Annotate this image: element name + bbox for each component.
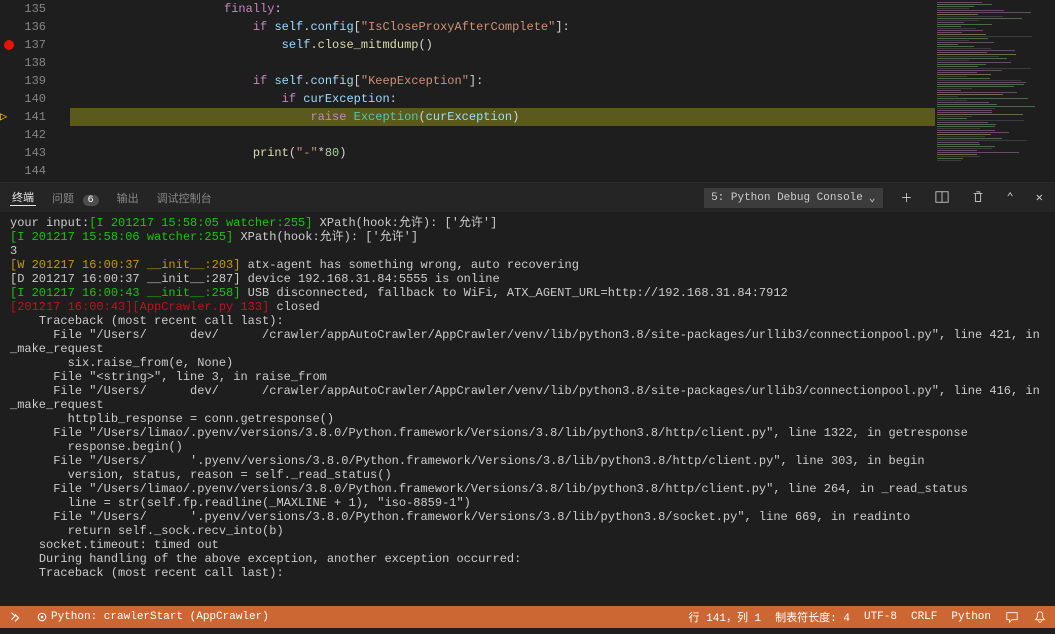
terminal-line: [W 201217 16:00:37 __init__:203] atx-age… [10,258,1045,272]
tab-debug-console[interactable]: 调试控制台 [155,190,214,206]
terminal-line: 3 [10,244,1045,258]
terminal-line: six.raise_from(e, None) [10,356,1045,370]
minimap[interactable] [935,0,1055,182]
gutter-line[interactable]: 137 [0,36,70,54]
terminal-line: response.begin() [10,440,1045,454]
split-terminal-icon[interactable] [931,190,953,204]
breakpoint-icon[interactable] [4,40,14,50]
code-line[interactable]: finally: [70,0,935,18]
line-col[interactable]: 行 141，列 1 [689,609,762,625]
terminal-line: File "/Users/ '.pyenv/versions/3.8.0/Pyt… [10,454,1045,468]
code-line[interactable] [70,162,935,180]
terminal-line: httplib_response = conn.getresponse() [10,412,1045,426]
terminal-line: During handling of the above exception, … [10,552,1045,566]
tab-output[interactable]: 输出 [115,190,141,206]
line-number: 137 [16,36,56,54]
gutter-line[interactable]: 135 [0,0,70,18]
new-terminal-icon[interactable]: ＋ [897,189,917,206]
terminal-line: File "/Users/limao/.pyenv/versions/3.8.0… [10,482,1045,496]
tab-problems[interactable]: 问题 6 [50,190,101,206]
launch-config[interactable]: Python: crawlerStart (AppCrawler) [36,611,269,623]
terminal-line: Traceback (most recent call last): [10,566,1045,580]
feedback-icon[interactable] [1005,610,1019,624]
gutter-line[interactable]: 138 [0,54,70,72]
terminal-line: socket.timeout: timed out [10,538,1045,552]
panel-tabs: 终端 问题 6 输出 调试控制台 5: Python Debug Console… [0,182,1055,212]
code-line[interactable]: raise Exception(curException) [70,108,935,126]
code-line[interactable] [70,126,935,144]
terminal-line: your input:[I 201217 15:58:05 watcher:25… [10,216,1045,230]
code-line[interactable]: self.close_mitmdump() [70,36,935,54]
gutter-line[interactable]: 142 [0,126,70,144]
terminal-line: File "/Users/ dev/ /crawler/appAutoCrawl… [10,328,1045,356]
terminal-line: Traceback (most recent call last): [10,314,1045,328]
tab-terminal[interactable]: 终端 [10,189,36,206]
terminal-line: File "/Users/limao/.pyenv/versions/3.8.0… [10,426,1045,440]
terminal-line: [I 201217 16:00:43 __init__:258] USB dis… [10,286,1045,300]
gutter-line[interactable]: 136 [0,18,70,36]
bell-icon[interactable] [1033,610,1047,624]
gutter-line[interactable]: 139 [0,72,70,90]
line-number: 141 [16,108,56,126]
line-number: 138 [16,54,56,72]
code-line[interactable]: if self.config["KeepException"]: [70,72,935,90]
tab-size[interactable]: 制表符长度: 4 [775,609,850,625]
gutter-line[interactable]: 140 [0,90,70,108]
gutter-line[interactable]: 143 [0,144,70,162]
code-line[interactable]: if self.config["IsCloseProxyAfterComplet… [70,18,935,36]
terminal-line: [D 201217 16:00:37 __init__:287] device … [10,272,1045,286]
terminal-line: return self._sock.recv_into(b) [10,524,1045,538]
terminal-line: version, status, reason = self._read_sta… [10,468,1045,482]
statusbar: Python: crawlerStart (AppCrawler) 行 141，… [0,606,1055,628]
editor: 135136137138139140▷141142143144 finally:… [0,0,1055,182]
code-line[interactable]: print("-"*80) [70,144,935,162]
line-number: 142 [16,126,56,144]
line-number: 144 [16,162,56,180]
gutter-line[interactable]: 144 [0,162,70,180]
terminal-line: [201217 16:00:43][AppCrawler.py 133] clo… [10,300,1045,314]
terminal-line: File "<string>", line 3, in raise_from [10,370,1045,384]
line-number: 140 [16,90,56,108]
terminal-line: File "/Users/ '.pyenv/versions/3.8.0/Pyt… [10,510,1045,524]
close-panel-icon[interactable]: ✕ [1032,190,1047,205]
language-mode[interactable]: Python [951,611,991,623]
encoding[interactable]: UTF-8 [864,611,897,623]
maximize-panel-icon[interactable]: ⌃ [1003,190,1018,205]
remote-indicator[interactable] [8,610,22,624]
execution-pointer-icon: ▷ [0,108,16,126]
eol[interactable]: CRLF [911,611,937,623]
terminal-line: [I 201217 15:58:06 watcher:255] XPath(ho… [10,230,1045,244]
terminal-line: line = str(self.fp.readline(_MAXLINE + 1… [10,496,1045,510]
code-line[interactable] [70,54,935,72]
terminal-line: File "/Users/ dev/ /crawler/appAutoCrawl… [10,384,1045,412]
terminal-select[interactable]: 5: Python Debug Console ⌄ [704,188,882,208]
trash-icon[interactable] [967,190,989,204]
terminal-output[interactable]: your input:[I 201217 15:58:05 watcher:25… [0,212,1055,606]
line-number: 139 [16,72,56,90]
chevron-down-icon: ⌄ [869,191,876,205]
line-number: 135 [16,0,56,18]
gutter-line[interactable]: ▷141 [0,108,70,126]
problems-badge: 6 [83,195,99,206]
line-number: 143 [16,144,56,162]
code-body[interactable]: finally: if self.config["IsCloseProxyAft… [70,0,935,182]
line-number: 136 [16,18,56,36]
code-line[interactable]: if curException: [70,90,935,108]
gutter: 135136137138139140▷141142143144 [0,0,70,182]
